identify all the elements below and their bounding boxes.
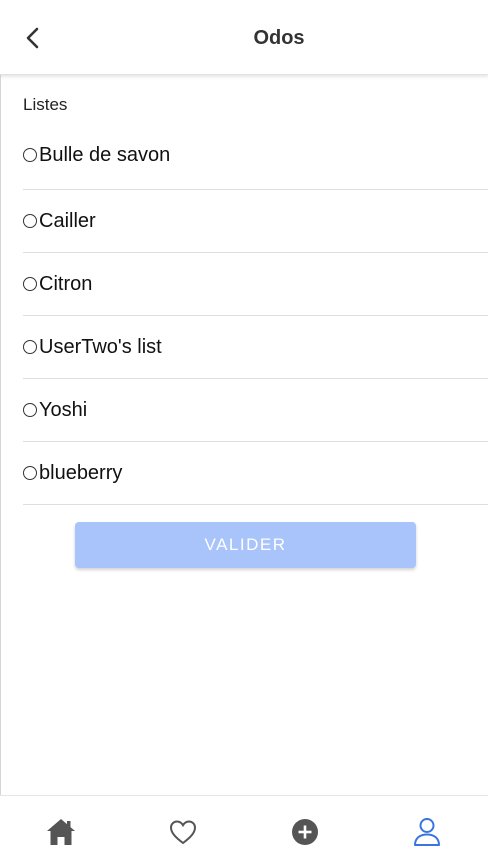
list-item-label: Cailler <box>39 209 96 232</box>
app-header: Odos <box>0 0 488 75</box>
validate-button[interactable]: VALIDER <box>75 522 416 568</box>
radio-button[interactable] <box>23 403 37 417</box>
nav-favorites-button[interactable] <box>153 802 213 862</box>
list-item[interactable]: Cailler <box>23 190 488 253</box>
main-content: Listes Bulle de savon Cailler Citron Use… <box>23 75 488 505</box>
add-circle-icon <box>292 818 318 845</box>
submit-wrap: VALIDER <box>75 522 416 568</box>
list-item-label: Bulle de savon <box>39 143 171 166</box>
radio-button[interactable] <box>23 148 37 162</box>
radio-button[interactable] <box>23 277 37 291</box>
list-item[interactable]: UserTwo's list <box>23 316 488 379</box>
list-item[interactable]: Yoshi <box>23 379 488 442</box>
user-icon <box>414 817 440 846</box>
list-item-label: UserTwo's list <box>39 335 162 358</box>
section-label: Listes <box>23 95 68 114</box>
list-item-label: Citron <box>39 272 93 295</box>
home-icon <box>47 818 75 845</box>
nav-home-button[interactable] <box>31 802 91 862</box>
radio-button[interactable] <box>23 466 37 480</box>
list-item[interactable]: Bulle de savon <box>23 121 488 190</box>
heart-icon <box>169 819 197 844</box>
radio-button[interactable] <box>23 214 37 228</box>
nav-profile-button[interactable] <box>397 802 457 862</box>
list-item-label: Yoshi <box>39 398 88 421</box>
list-item[interactable]: Citron <box>23 253 488 316</box>
page-title: Odos <box>253 27 305 49</box>
list-item-label: blueberry <box>39 461 123 484</box>
nav-add-button[interactable] <box>275 802 335 862</box>
radio-button[interactable] <box>23 340 37 354</box>
list-options: Bulle de savon Cailler Citron UserTwo's … <box>23 121 488 505</box>
bottom-nav <box>0 795 488 867</box>
list-item[interactable]: blueberry <box>23 442 488 505</box>
